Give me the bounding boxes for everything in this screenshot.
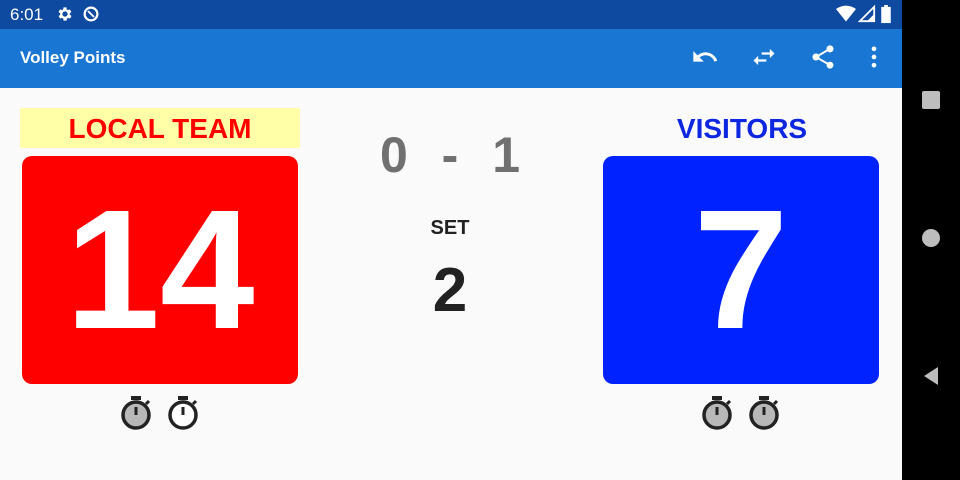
current-set-number: 2: [432, 256, 468, 325]
recents-button[interactable]: [911, 82, 951, 122]
settings-icon: [56, 5, 76, 25]
sets-separator: -: [441, 127, 459, 183]
local-score: 14: [65, 175, 255, 365]
share-button[interactable]: [803, 39, 843, 79]
undo-button[interactable]: [685, 39, 725, 79]
status-time: 6:01: [10, 5, 44, 24]
sets-score: 0 - 1: [380, 125, 520, 185]
visitor-timeout-1[interactable]: [700, 395, 734, 431]
status-bar: 6:01: [0, 0, 902, 29]
back-icon: [921, 366, 941, 391]
set-label: SET: [430, 217, 470, 239]
data-saver-icon: [82, 5, 102, 25]
home-icon: [921, 228, 941, 253]
system-navigation-bar: [902, 0, 960, 480]
local-score-card[interactable]: 14: [22, 156, 298, 384]
local-team-name[interactable]: LOCAL TEAM: [20, 108, 300, 148]
more-options-button[interactable]: [854, 39, 894, 79]
wifi-icon: [836, 5, 856, 25]
visitor-team-name[interactable]: VISITORS: [602, 108, 882, 148]
signal-icon: [857, 4, 878, 25]
more-vert-icon: [860, 43, 888, 76]
stopwatch-icon: [747, 396, 781, 435]
local-sets-won: 0: [380, 127, 408, 183]
local-timeout-1[interactable]: [119, 395, 153, 431]
visitor-score-card[interactable]: 7: [603, 156, 879, 384]
home-button[interactable]: [911, 220, 951, 260]
share-icon: [809, 43, 837, 76]
battery-icon: [880, 5, 900, 25]
visitor-timeout-2[interactable]: [747, 395, 781, 431]
swap-teams-button[interactable]: [744, 39, 784, 79]
swap-icon: [750, 43, 778, 76]
undo-icon: [691, 43, 719, 76]
app-bar: Volley Points: [0, 29, 902, 88]
visitor-sets-won: 1: [492, 127, 520, 183]
recents-icon: [921, 90, 941, 115]
app-title: Volley Points: [20, 48, 126, 67]
stopwatch-icon: [166, 396, 200, 435]
visitor-score: 7: [693, 175, 789, 365]
stopwatch-icon: [700, 396, 734, 435]
back-button[interactable]: [911, 358, 951, 398]
local-timeout-2[interactable]: [166, 395, 200, 431]
stopwatch-icon: [119, 396, 153, 435]
